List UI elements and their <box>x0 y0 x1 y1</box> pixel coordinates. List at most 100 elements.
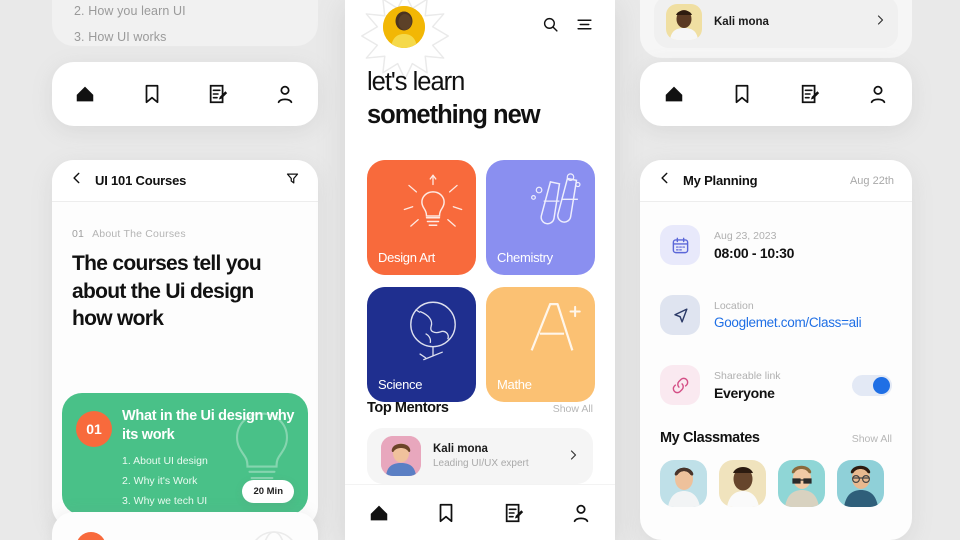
planning-item-value: 08:00 - 10:30 <box>714 244 795 261</box>
link-icon <box>660 365 700 405</box>
bookmark-icon[interactable] <box>141 83 163 105</box>
classmate-avatar-row <box>660 460 892 507</box>
right-phone-column: Kali mona My Planning Aug 22th Aug 23, 2… <box>640 0 912 540</box>
planning-item-text: Aug 23, 2023 08:00 - 10:30 <box>714 230 794 261</box>
category-tile-mathe[interactable]: Mathe <box>486 287 595 402</box>
mentor-subtitle: Leading UI/UX expert <box>433 458 529 469</box>
planning-item-label: Location <box>714 300 754 312</box>
lesson-number-badge: 01 <box>76 411 112 447</box>
planning-item-location[interactable]: Location Googlemet.com/Class=ali <box>640 288 912 342</box>
show-all-link[interactable]: Show All <box>852 433 892 445</box>
filter-icon[interactable] <box>285 171 300 191</box>
top-mentors-section: Top Mentors Show All Kali mona Leading U… <box>367 400 593 484</box>
a-plus-icon <box>530 302 581 351</box>
navigation-arrow-icon <box>660 295 700 335</box>
bookmark-icon[interactable] <box>435 502 457 524</box>
section-title: Top Mentors <box>367 400 449 416</box>
section-title: My Classmates <box>660 430 760 446</box>
avatar[interactable] <box>660 460 707 507</box>
show-all-link[interactable]: Show All <box>553 403 593 415</box>
hamburger-menu-icon[interactable] <box>576 16 593 38</box>
chevron-right-icon[interactable] <box>874 13 886 31</box>
avatar[interactable] <box>837 460 884 507</box>
category-label: Science <box>378 377 423 392</box>
chevron-left-icon[interactable] <box>658 171 672 190</box>
page-title: UI 101 Courses <box>95 173 187 188</box>
duration-badge: 20 Min <box>242 480 294 503</box>
my-planning-card: My Planning Aug 22th Aug 23, 2023 08:00 … <box>640 160 912 540</box>
category-tile-design-art[interactable]: Design Art <box>367 160 476 275</box>
lesson-subitems: 1. About UI design 2. Why it's Work 3. W… <box>122 455 208 515</box>
shareable-link-toggle[interactable] <box>852 374 892 396</box>
planning-item-label: Aug 23, 2023 <box>714 229 777 242</box>
search-icon[interactable] <box>542 16 559 38</box>
hero-line-2: something new <box>367 100 541 129</box>
avatar <box>666 4 702 40</box>
center-bottom-nav[interactable] <box>345 484 615 540</box>
person-icon[interactable] <box>867 83 889 105</box>
globe-icon <box>410 301 456 361</box>
planning-item-label: Shareable link <box>714 369 781 382</box>
globe-watermark-icon <box>255 531 293 540</box>
bookmark-icon[interactable] <box>731 83 753 105</box>
home-icon[interactable] <box>74 83 96 105</box>
eyebrow-number: 01 <box>72 228 85 240</box>
planning-item-text: Location Googlemet.com/Class=ali <box>714 300 862 330</box>
center-phone-column: let's learn something new Design Art Che… <box>345 0 615 540</box>
planning-item-datetime[interactable]: Aug 23, 2023 08:00 - 10:30 <box>640 218 912 272</box>
page-title: My Planning <box>683 173 758 188</box>
hero-heading: let's learn something new <box>367 66 601 131</box>
section-header: My Classmates Show All <box>660 430 892 446</box>
lesson-subitem: 1. About UI design <box>122 455 208 467</box>
test-tubes-icon <box>531 173 581 225</box>
planning-item-value: Everyone <box>714 384 775 401</box>
center-header-icons <box>542 16 593 38</box>
avatar <box>381 436 421 476</box>
person-icon[interactable] <box>570 502 592 524</box>
mentor-name: Kali mona <box>433 443 488 455</box>
lesson-card-01[interactable]: 01 What in the Ui design why its work 1.… <box>62 393 308 515</box>
left-phone-column: 2. How you learn UI 3. How UI works 18 M… <box>52 0 318 540</box>
screenshot-canvas: 2. How you learn UI 3. How UI works 18 M… <box>0 0 960 540</box>
note-edit-icon[interactable] <box>799 83 821 105</box>
eyebrow-label: About The Courses <box>92 228 186 240</box>
lightbulb-icon <box>403 174 463 227</box>
hero-line-1: let's learn <box>367 68 465 96</box>
category-label: Chemistry <box>497 250 553 265</box>
home-icon[interactable] <box>663 83 685 105</box>
mentor-name: Kali mona <box>714 16 769 28</box>
avatar[interactable] <box>778 460 825 507</box>
lesson-item: 3. How UI works <box>74 30 167 44</box>
avatar[interactable] <box>719 460 766 507</box>
chevron-right-icon[interactable] <box>567 449 579 464</box>
lesson-number-badge <box>76 532 106 540</box>
mentor-list-item[interactable]: Kali mona Leading UI/UX expert <box>367 428 593 484</box>
chevron-left-icon[interactable] <box>70 171 84 190</box>
category-label: Mathe <box>497 377 532 392</box>
note-edit-icon[interactable] <box>503 502 525 524</box>
planning-item-value[interactable]: Googlemet.com/Class=ali <box>714 315 862 330</box>
lesson-item: 2. How you learn UI <box>74 4 186 18</box>
avatar[interactable] <box>383 6 425 48</box>
courses-heading: The courses tell you about the Ui design… <box>72 252 262 331</box>
person-icon[interactable] <box>274 83 296 105</box>
lesson-title: What in the Ui design why its work <box>122 408 295 444</box>
section-header: Top Mentors Show All <box>367 400 593 416</box>
left-bottom-nav[interactable] <box>52 62 318 126</box>
planning-item-shareable-link[interactable]: Shareable link Everyone <box>640 358 912 412</box>
left-top-lesson-card[interactable]: 2. How you learn UI 3. How UI works 18 M… <box>52 0 318 46</box>
mentor-list-item[interactable]: Kali mona <box>654 0 898 48</box>
planning-item-text: Shareable link Everyone <box>714 370 781 401</box>
calendar-icon <box>660 225 700 265</box>
mentor-text: Kali mona Leading UI/UX expert <box>433 443 529 469</box>
my-classmates-section: My Classmates Show All <box>640 412 912 507</box>
category-tile-science[interactable]: Science <box>367 287 476 402</box>
home-icon[interactable] <box>368 502 390 524</box>
right-bottom-nav[interactable] <box>640 62 912 126</box>
note-edit-icon[interactable] <box>207 83 229 105</box>
center-phone-screen: let's learn something new Design Art Che… <box>345 0 615 540</box>
lesson-subitem: 2. Why it's Work <box>122 475 198 487</box>
right-top-mentors-card: Kali mona <box>640 0 912 58</box>
category-tile-chemistry[interactable]: Chemistry <box>486 160 595 275</box>
left-next-lesson-card[interactable] <box>52 512 318 540</box>
